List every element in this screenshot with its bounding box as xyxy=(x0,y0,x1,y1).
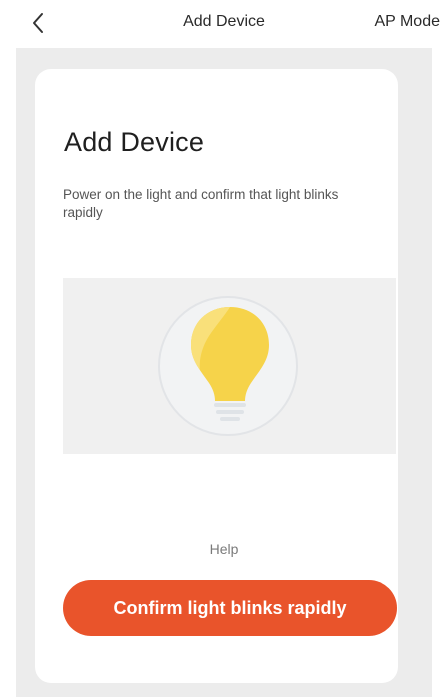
ap-mode-button[interactable]: AP Mode xyxy=(374,13,440,31)
card-description: Power on the light and confirm that ligh… xyxy=(63,187,339,220)
card-title: Add Device xyxy=(64,127,205,157)
add-device-screen: Add Device AP Mode Add Device Power on t… xyxy=(0,0,448,697)
help-link-row: Help xyxy=(0,541,448,557)
top-navbar: Add Device AP Mode xyxy=(0,0,448,48)
help-link[interactable]: Help xyxy=(210,541,239,557)
confirm-button[interactable]: Confirm light blinks rapidly xyxy=(63,580,397,636)
light-bulb-icon xyxy=(191,307,269,421)
